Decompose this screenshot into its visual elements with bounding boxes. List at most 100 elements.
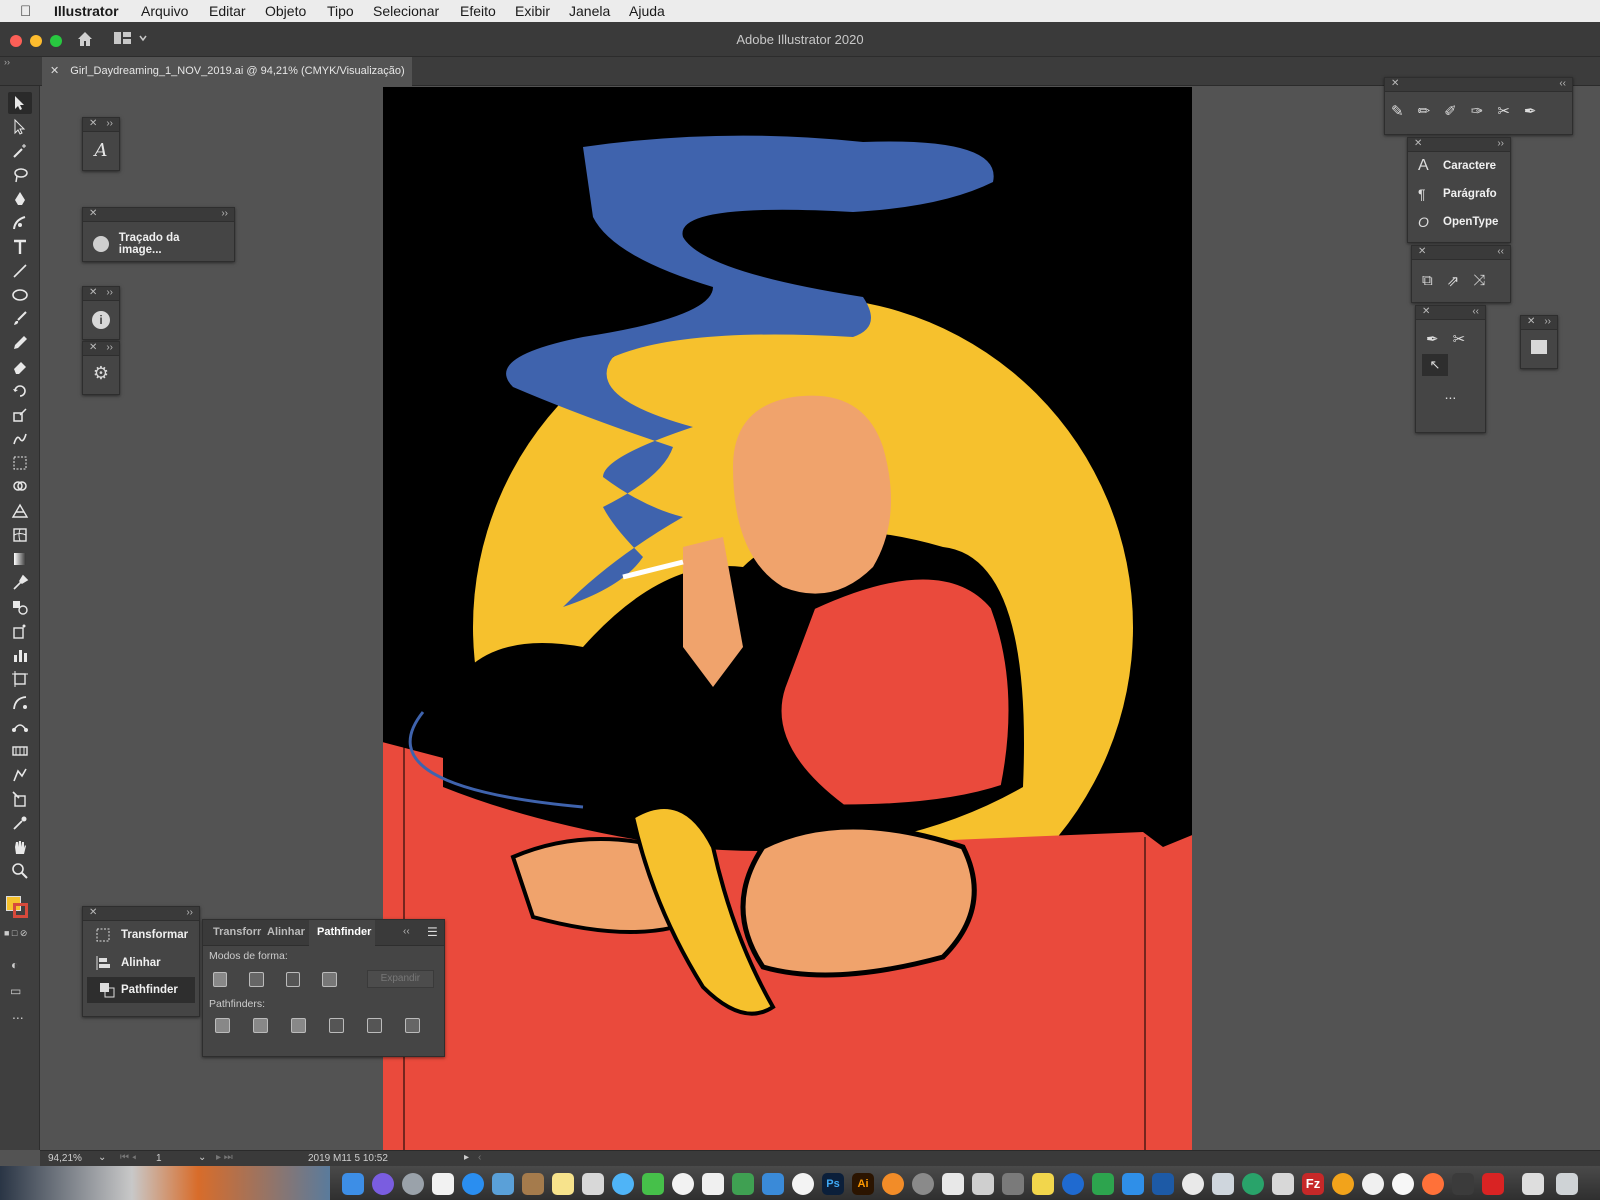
- vectorize-app-icon[interactable]: [1452, 1173, 1474, 1195]
- minus-front-icon[interactable]: [249, 971, 264, 987]
- screen-mode-icon[interactable]: ▭: [10, 984, 21, 998]
- blend-tool-icon[interactable]: [8, 596, 32, 618]
- menu-app-name[interactable]: Illustrator: [54, 3, 119, 19]
- zoom-tool-icon[interactable]: [8, 860, 32, 882]
- menu-selecionar[interactable]: Selecionar: [373, 3, 439, 19]
- artboard-tool-icon[interactable]: [8, 668, 32, 690]
- close-panel-icon[interactable]: ✕: [89, 907, 97, 918]
- creative-cloud-icon[interactable]: [1482, 1173, 1504, 1195]
- type-tool-icon[interactable]: [8, 236, 32, 258]
- perspective-grid-tool-icon[interactable]: [8, 500, 32, 522]
- symbol-sprayer-tool-icon[interactable]: [8, 620, 32, 642]
- firefox-icon[interactable]: [1422, 1173, 1444, 1195]
- photoshop-icon[interactable]: Ps: [822, 1173, 844, 1195]
- illustrator-icon[interactable]: Ai: [852, 1173, 874, 1195]
- hand-tool-icon[interactable]: [8, 836, 32, 858]
- facetime-icon[interactable]: [642, 1173, 664, 1195]
- collapse-panel-icon[interactable]: ‹‹: [1497, 246, 1504, 257]
- tab-transformar[interactable]: Transforr: [213, 926, 267, 938]
- close-panel-icon[interactable]: ✕: [1422, 306, 1430, 317]
- collapse-panel-icon[interactable]: ‹‹: [1559, 78, 1566, 89]
- pencil-icon[interactable]: ✏: [1418, 102, 1431, 120]
- app-store-icon[interactable]: [1122, 1173, 1144, 1195]
- menu-objeto[interactable]: Objeto: [265, 3, 306, 19]
- expand-panel-icon[interactable]: ››: [1497, 138, 1504, 149]
- stack-item-pathfinder[interactable]: Pathfinder: [87, 977, 195, 1003]
- filezilla-icon[interactable]: Fz: [1302, 1173, 1324, 1195]
- scan-app-icon[interactable]: [1362, 1173, 1384, 1195]
- selection-tool-icon[interactable]: [8, 92, 32, 114]
- scissors-icon[interactable]: ✂: [1453, 330, 1466, 348]
- panel-item-caractere[interactable]: A Caractere: [1408, 152, 1510, 180]
- draw-mode-icon[interactable]: ◐: [11, 958, 18, 972]
- stickies-icon[interactable]: [1032, 1173, 1054, 1195]
- music-icon[interactable]: [792, 1173, 814, 1195]
- artboard-number[interactable]: 1: [156, 1153, 162, 1164]
- divide-icon[interactable]: [215, 1018, 230, 1033]
- artboard-canvas[interactable]: [383, 87, 1192, 1150]
- edit-toolbar-button[interactable]: ...: [12, 1006, 24, 1022]
- expand-panel-icon[interactable]: ››: [106, 118, 113, 129]
- pencil-tool-icon[interactable]: [8, 332, 32, 354]
- expand-panel-icon[interactable]: ››: [186, 907, 193, 918]
- shape-builder-tool-icon[interactable]: [8, 476, 32, 498]
- close-panel-icon[interactable]: ✕: [1414, 138, 1422, 149]
- blob-brush-icon[interactable]: ✎: [1391, 102, 1404, 120]
- glyphs-icon[interactable]: A: [83, 140, 119, 161]
- menu-editar[interactable]: Editar: [209, 3, 246, 19]
- eyedropper-tool-icon[interactable]: [8, 572, 32, 594]
- free-transform-tool-icon[interactable]: [8, 452, 32, 474]
- safari-icon[interactable]: [462, 1173, 484, 1195]
- gradient-tool-icon[interactable]: [8, 548, 32, 570]
- tab-pathfinder[interactable]: Pathfinder: [309, 920, 375, 946]
- eyedropper-secondary-icon[interactable]: [8, 812, 32, 834]
- intersect-icon[interactable]: [285, 971, 301, 987]
- stack-item-alinhar[interactable]: Alinhar: [83, 949, 199, 977]
- document-tab[interactable]: ✕ Girl_Daydreaming_1_NOV_2019.ai @ 94,21…: [42, 57, 412, 86]
- tab-alinhar[interactable]: Alinhar: [267, 926, 305, 938]
- pen-tool-icon[interactable]: [8, 188, 32, 210]
- launchpad-icon[interactable]: [402, 1173, 424, 1195]
- trim-icon[interactable]: [253, 1018, 268, 1033]
- menu-exibir[interactable]: Exibir: [515, 3, 550, 19]
- archive-utility-icon[interactable]: [1002, 1173, 1024, 1195]
- gear-icon[interactable]: ⚙: [83, 363, 119, 384]
- numbers-icon[interactable]: [732, 1173, 754, 1195]
- eyedropper-icon[interactable]: ✒: [1426, 330, 1439, 348]
- screenshot-icon[interactable]: [1212, 1173, 1234, 1195]
- crop-icon[interactable]: [329, 1018, 344, 1033]
- eraser-tool-icon[interactable]: [8, 356, 32, 378]
- layers-icon[interactable]: [1531, 340, 1547, 354]
- zoom-dropdown-icon[interactable]: ⌄: [98, 1152, 106, 1163]
- edge-icon[interactable]: [1062, 1173, 1084, 1195]
- panel-menu-icon[interactable]: ☰: [427, 925, 438, 939]
- close-panel-icon[interactable]: ✕: [89, 208, 97, 219]
- keynote-icon[interactable]: [702, 1173, 724, 1195]
- pages-icon[interactable]: [762, 1173, 784, 1195]
- smooth-tool-icon[interactable]: ✐: [1444, 102, 1457, 120]
- chrome-icon[interactable]: [1182, 1173, 1204, 1195]
- rotate-tool-icon[interactable]: [8, 380, 32, 402]
- expand-panel-icon[interactable]: ››: [106, 287, 113, 298]
- more-tools-button[interactable]: ...: [1416, 386, 1485, 402]
- exclude-icon[interactable]: [322, 971, 337, 987]
- grammarly-icon[interactable]: [1092, 1173, 1114, 1195]
- panel-item-paragrafo[interactable]: ¶ Parágrafo: [1408, 180, 1510, 208]
- collapse-panel-icon[interactable]: ‹‹: [403, 926, 410, 937]
- ellipse-tool-icon[interactable]: [8, 284, 32, 306]
- column-graph-tool-icon[interactable]: [8, 644, 32, 666]
- close-panel-icon[interactable]: ✕: [89, 342, 97, 353]
- expand-panel-icon[interactable]: ››: [106, 342, 113, 353]
- textedit-icon[interactable]: [942, 1173, 964, 1195]
- unite-icon[interactable]: [213, 971, 228, 987]
- notes-icon[interactable]: [552, 1173, 574, 1195]
- siri-icon[interactable]: [372, 1173, 394, 1195]
- sun-app-icon[interactable]: [1332, 1173, 1354, 1195]
- menu-arquivo[interactable]: Arquivo: [141, 3, 188, 19]
- stroke-swatch[interactable]: [13, 903, 28, 918]
- close-panel-icon[interactable]: ✕: [89, 287, 97, 298]
- photos-icon[interactable]: [672, 1173, 694, 1195]
- next-artboard-icon[interactable]: ▸ ⏭: [216, 1152, 233, 1163]
- zoom-level[interactable]: 94,21%: [48, 1153, 82, 1164]
- collapse-panel-icon[interactable]: ‹‹: [1472, 306, 1479, 317]
